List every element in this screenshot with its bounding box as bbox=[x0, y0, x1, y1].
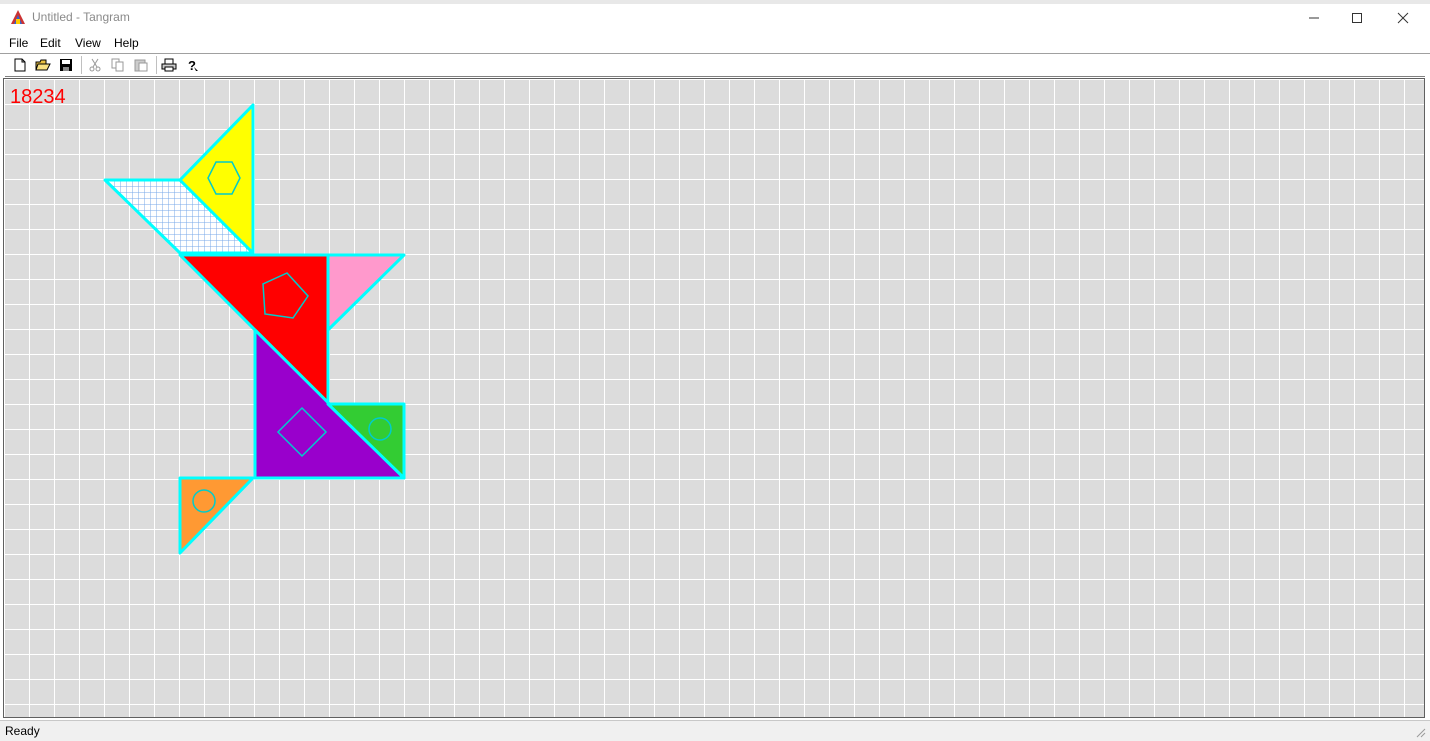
resize-grip-icon[interactable] bbox=[1414, 726, 1426, 738]
orange-triangle-piece[interactable] bbox=[178, 476, 255, 555]
pink-triangle-piece[interactable] bbox=[326, 253, 406, 332]
tangram-pieces bbox=[103, 103, 406, 555]
status-text: Ready bbox=[5, 724, 40, 738]
move-counter: 18234 bbox=[10, 86, 66, 108]
status-bar: Ready bbox=[0, 720, 1430, 741]
